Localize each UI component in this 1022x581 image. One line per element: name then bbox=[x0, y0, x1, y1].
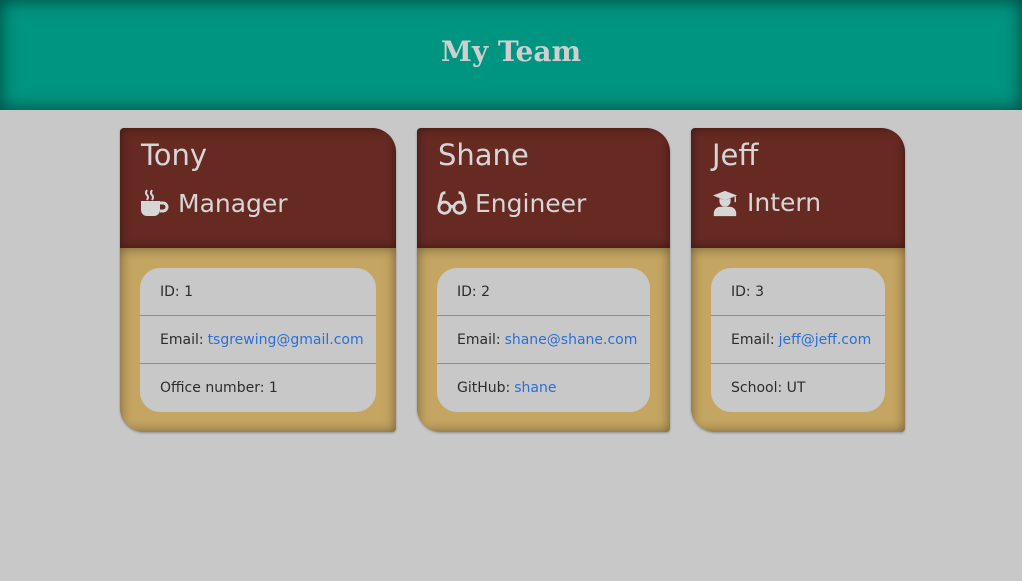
id-row: ID: 2 bbox=[437, 268, 650, 316]
info-list: ID: 3 Email: jeff@jeff.com School: UT bbox=[711, 268, 885, 412]
email-link[interactable]: tsgrewing@gmail.com bbox=[208, 332, 364, 348]
email-row: Email: tsgrewing@gmail.com bbox=[140, 316, 376, 364]
employee-name: Shane bbox=[438, 138, 529, 172]
email-label: Email: bbox=[160, 331, 204, 348]
employee-role: Intern bbox=[711, 188, 821, 217]
coffee-mug-icon bbox=[141, 189, 169, 216]
graduate-icon bbox=[712, 190, 738, 216]
role-label: Intern bbox=[747, 188, 822, 217]
info-list: ID: 2 Email: shane@shane.com GitHub: sha… bbox=[437, 268, 650, 412]
email-label: Email: bbox=[731, 331, 775, 348]
role-label: Engineer bbox=[475, 188, 587, 218]
email-link[interactable]: shane@shane.com bbox=[505, 332, 638, 348]
id-text: ID: 1 bbox=[160, 283, 193, 300]
card-header: Tony Manager bbox=[120, 128, 396, 248]
employee-role: Engineer bbox=[437, 188, 586, 218]
employee-name: Tony bbox=[141, 138, 208, 172]
school-text: School: UT bbox=[731, 379, 806, 396]
info-list: ID: 1 Email: tsgrewing@gmail.com Office … bbox=[140, 268, 376, 412]
id-row: ID: 1 bbox=[140, 268, 376, 316]
github-row: GitHub: shane bbox=[437, 364, 650, 411]
employee-role: Manager bbox=[140, 188, 288, 218]
employee-name: Jeff bbox=[712, 138, 759, 172]
id-row: ID: 3 bbox=[711, 268, 885, 316]
id-text: ID: 2 bbox=[457, 283, 490, 300]
email-row: Email: jeff@jeff.com bbox=[711, 316, 885, 364]
card-header: Jeff Intern bbox=[691, 128, 905, 248]
glasses-icon bbox=[437, 191, 467, 215]
employee-card-intern: Jeff Intern ID: 3 Email: jeff@jeff.com S… bbox=[691, 128, 905, 432]
email-row: Email: shane@shane.com bbox=[437, 316, 650, 364]
office-row: Office number: 1 bbox=[140, 364, 376, 411]
employee-card-engineer: Shane Engineer ID: 2 Email: shane@shane.… bbox=[417, 128, 670, 432]
email-label: Email: bbox=[457, 331, 501, 348]
email-link[interactable]: jeff@jeff.com bbox=[779, 332, 872, 348]
page-title: My Team bbox=[440, 34, 582, 68]
github-label: GitHub: bbox=[457, 379, 511, 396]
card-header: Shane Engineer bbox=[417, 128, 670, 248]
page-header: My Team bbox=[0, 0, 1022, 110]
id-text: ID: 3 bbox=[731, 283, 764, 300]
office-text: Office number: 1 bbox=[160, 379, 278, 396]
github-link[interactable]: shane bbox=[514, 380, 556, 396]
role-label: Manager bbox=[178, 188, 288, 218]
employee-card-manager: Tony Manager ID: 1 Email: tsgrewing@gmai… bbox=[120, 128, 396, 432]
school-row: School: UT bbox=[711, 364, 885, 411]
